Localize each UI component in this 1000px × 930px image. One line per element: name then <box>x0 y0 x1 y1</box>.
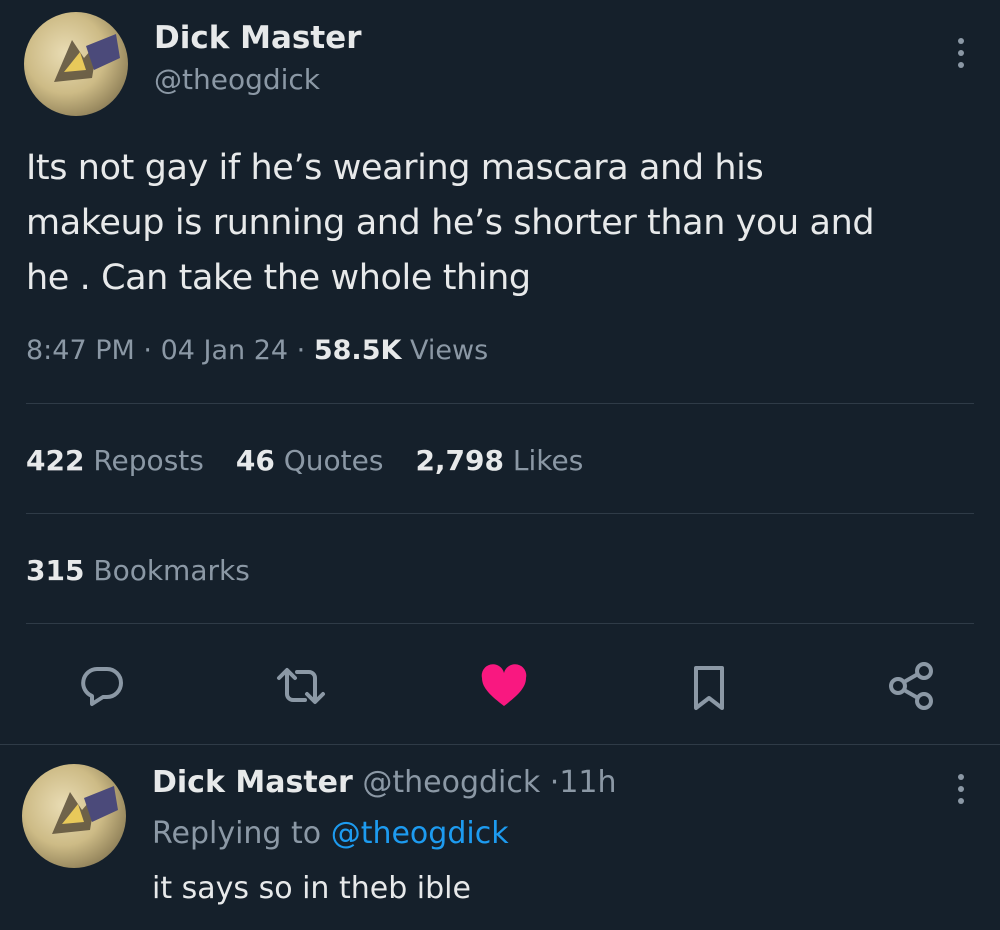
reposts-label: Reposts <box>93 444 204 477</box>
likes-count: 2,798 <box>415 444 505 477</box>
likes-stat[interactable]: 2,798 Likes <box>415 444 583 477</box>
views-count: 58.5K <box>313 335 402 366</box>
repost-icon[interactable] <box>270 660 332 712</box>
more-options-icon[interactable] <box>958 38 964 68</box>
divider <box>0 744 1000 745</box>
stats-row: 422 Reposts 46 Quotes 2,798 Likes <box>26 444 583 477</box>
divider <box>26 623 974 624</box>
author-name[interactable]: Dick Master <box>154 20 362 56</box>
reply-text: it says so in theb ible <box>152 871 471 906</box>
tweet-text-line: he . Can take the whole thing <box>26 258 531 298</box>
views-label: Views <box>410 335 489 366</box>
tweet-text-line: makeup is running and he’s shorter than … <box>26 203 875 243</box>
replying-to: Replying to @theogdick <box>152 816 509 851</box>
tweet-time[interactable]: 8:47 PM <box>26 335 135 366</box>
tweet-text-line: Its not gay if he’s wearing mascara and … <box>26 148 764 188</box>
tweet-date[interactable]: 04 Jan 24 <box>161 335 289 366</box>
bookmarks-label: Bookmarks <box>93 554 250 587</box>
reply-icon[interactable] <box>74 660 130 712</box>
reply-author-avatar[interactable] <box>22 764 126 868</box>
quotes-count: 46 <box>235 444 275 477</box>
author-avatar[interactable] <box>24 12 128 116</box>
divider <box>26 513 974 514</box>
reply-time[interactable]: 11h <box>559 765 616 800</box>
tweet-text: Its not gay if he’s wearing mascara and … <box>26 141 875 306</box>
tweet-meta: 8:47 PM · 04 Jan 24 · 58.5K Views <box>26 335 488 366</box>
reposts-count: 422 <box>26 444 85 477</box>
replying-to-handle[interactable]: @theogdick <box>331 816 509 851</box>
bookmark-icon[interactable] <box>684 660 734 716</box>
separator: · <box>549 765 560 800</box>
quotes-label: Quotes <box>283 444 384 477</box>
author-handle[interactable]: @theogdick <box>154 63 320 96</box>
reply-more-options-icon[interactable] <box>958 774 964 804</box>
bookmarks-stat[interactable]: 315 Bookmarks <box>26 554 250 587</box>
like-icon[interactable] <box>474 660 534 712</box>
bookmarks-count: 315 <box>26 554 85 587</box>
divider <box>26 403 974 404</box>
replying-to-label: Replying to <box>152 816 322 851</box>
reply-header: Dick Master @theogdick ·11h <box>152 765 617 800</box>
separator: · <box>296 335 306 366</box>
reposts-stat[interactable]: 422 Reposts <box>26 444 204 477</box>
reply-author-handle[interactable]: @theogdick <box>362 765 540 800</box>
separator: · <box>143 335 152 366</box>
share-icon[interactable] <box>882 658 942 714</box>
reply-author-name[interactable]: Dick Master <box>152 765 353 800</box>
quotes-stat[interactable]: 46 Quotes <box>236 444 384 477</box>
likes-label: Likes <box>512 444 584 477</box>
